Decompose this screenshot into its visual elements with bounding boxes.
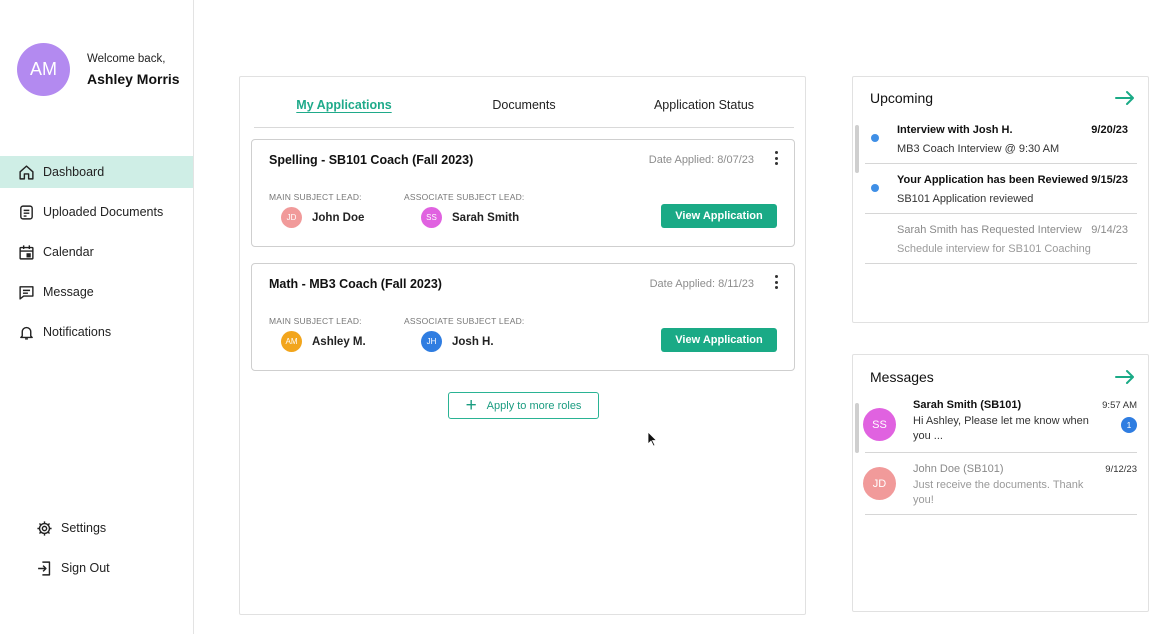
applications-panel: My Applications Documents Application St… — [239, 76, 806, 615]
sidebar-item-calendar[interactable]: Calendar — [0, 236, 193, 268]
sidebar-bottom: Settings Sign Out — [0, 512, 193, 592]
messages-title: Messages — [870, 369, 934, 385]
upcoming-item-subtitle: Schedule interview for SB101 Coaching — [897, 243, 1091, 255]
unread-dot-icon — [871, 134, 879, 142]
welcome-text: Welcome back, — [87, 52, 166, 65]
sidebar-item-label: Sign Out — [61, 561, 110, 575]
scrollbar[interactable] — [855, 125, 859, 173]
sidebar-item-notifications[interactable]: Notifications — [0, 316, 193, 348]
view-application-button[interactable]: View Application — [661, 328, 777, 352]
upcoming-item[interactable]: Your Application has been Reviewed 9/15/… — [865, 174, 1137, 214]
more-options-icon[interactable] — [772, 151, 780, 165]
upcoming-item-date: 9/14/23 — [1091, 224, 1128, 236]
application-card: Math - MB3 Coach (Fall 2023) Date Applie… — [251, 263, 795, 371]
message-sender: John Doe (SB101) — [913, 463, 1004, 475]
sidebar-item-label: Message — [43, 285, 94, 299]
more-options-icon[interactable] — [772, 275, 780, 289]
sidebar-item-label: Settings — [61, 521, 107, 535]
message-item[interactable]: SS Sarah Smith (SB101) 9:57 AM Hi Ashley… — [863, 399, 1137, 453]
sidebar-nav: Dashboard Uploaded Documents Calendar Me… — [0, 156, 193, 356]
upcoming-item-title: Your Application has been Reviewed — [897, 174, 1089, 186]
avatar: AM — [281, 331, 302, 352]
arrow-right-icon[interactable] — [1114, 90, 1136, 106]
main-lead-label: MAIN SUBJECT LEAD: — [269, 192, 362, 202]
mouse-cursor-icon — [647, 431, 658, 447]
message-sender: Sarah Smith (SB101) — [913, 399, 1022, 411]
sidebar-item-dashboard[interactable]: Dashboard — [0, 156, 193, 188]
associate-lead: SS Sarah Smith — [421, 207, 519, 228]
associate-lead-label: ASSOCIATE SUBJECT LEAD: — [404, 192, 525, 202]
associate-lead-name: Sarah Smith — [452, 211, 520, 224]
main-lead: JD John Doe — [281, 207, 364, 228]
tab-bar: My Applications Documents Application St… — [254, 77, 794, 128]
calendar-icon — [19, 244, 34, 260]
scrollbar[interactable] — [855, 403, 859, 453]
document-icon — [20, 204, 33, 220]
avatar: JD — [863, 467, 896, 500]
avatar: JH — [421, 331, 442, 352]
sidebar-item-sign-out[interactable]: Sign Out — [0, 552, 193, 584]
message-time: 9/12/23 — [1105, 464, 1137, 475]
apply-more-roles-button[interactable]: + Apply to more roles — [448, 392, 599, 419]
application-card: Spelling - SB101 Coach (Fall 2023) Date … — [251, 139, 795, 247]
user-profile: AM Welcome back, Ashley Morris — [17, 43, 180, 96]
upcoming-item[interactable]: Sarah Smith has Requested Interview 9/14… — [865, 224, 1137, 264]
upcoming-item[interactable]: Interview with Josh H. 9/20/23 MB3 Coach… — [865, 124, 1137, 164]
tab-my-applications[interactable]: My Applications — [254, 77, 434, 127]
upcoming-item-title: Interview with Josh H. — [897, 124, 1013, 136]
main-lead-name: John Doe — [312, 211, 365, 224]
sidebar: AM Welcome back, Ashley Morris Dashboard… — [0, 0, 194, 634]
application-title: Spelling - SB101 Coach (Fall 2023) — [269, 153, 474, 167]
sidebar-item-uploaded-documents[interactable]: Uploaded Documents — [0, 196, 193, 228]
tab-documents[interactable]: Documents — [434, 77, 614, 127]
main-lead-label: MAIN SUBJECT LEAD: — [269, 316, 362, 326]
apply-more-roles-label: Apply to more roles — [486, 399, 582, 412]
sign-out-icon — [38, 560, 51, 576]
avatar[interactable]: AM — [17, 43, 70, 96]
messages-panel: Messages SS Sarah Smith (SB101) 9:57 AM … — [852, 354, 1149, 612]
main-lead-name: Ashley M. — [312, 335, 366, 348]
upcoming-title: Upcoming — [870, 90, 934, 106]
date-applied: Date Applied: 8/07/23 — [648, 154, 754, 166]
upcoming-item-date: 9/20/23 — [1091, 124, 1128, 136]
application-title: Math - MB3 Coach (Fall 2023) — [269, 277, 442, 291]
message-item[interactable]: JD John Doe (SB101) 9/12/23 Just receive… — [863, 463, 1137, 515]
upcoming-item-subtitle: SB101 Application reviewed — [897, 193, 1034, 205]
user-name: Ashley Morris — [87, 70, 180, 87]
message-preview: Just receive the documents. Thank you! — [913, 479, 1084, 506]
main-lead: AM Ashley M. — [281, 331, 366, 352]
gear-icon — [37, 520, 52, 536]
arrow-right-icon[interactable] — [1114, 369, 1136, 385]
unread-dot-icon — [871, 184, 879, 192]
avatar: SS — [863, 408, 896, 441]
view-application-button[interactable]: View Application — [661, 204, 777, 228]
sidebar-item-label: Uploaded Documents — [43, 205, 164, 219]
upcoming-item-title: Sarah Smith has Requested Interview — [897, 224, 1082, 236]
avatar: SS — [421, 207, 442, 228]
home-icon — [19, 164, 34, 180]
upcoming-item-subtitle: MB3 Coach Interview @ 9:30 AM — [897, 143, 1060, 155]
associate-lead-label: ASSOCIATE SUBJECT LEAD: — [404, 316, 525, 326]
message-preview: Hi Ashley, Please let me know when you .… — [913, 415, 1089, 442]
associate-lead-name: Josh H. — [452, 335, 494, 348]
sidebar-item-label: Notifications — [43, 325, 112, 339]
tab-application-status[interactable]: Application Status — [614, 77, 794, 127]
associate-lead: JH Josh H. — [421, 331, 494, 352]
sidebar-item-message[interactable]: Message — [0, 276, 193, 308]
upcoming-panel: Upcoming Interview with Josh H. 9/20/23 … — [852, 76, 1149, 323]
sidebar-item-settings[interactable]: Settings — [0, 512, 193, 544]
message-time: 9:57 AM — [1102, 400, 1137, 411]
avatar: JD — [281, 207, 302, 228]
bell-icon — [20, 326, 33, 340]
unread-count-badge: 1 — [1121, 417, 1137, 433]
date-applied: Date Applied: 8/11/23 — [649, 278, 754, 290]
upcoming-item-date: 9/15/23 — [1091, 174, 1128, 186]
sidebar-item-label: Dashboard — [43, 165, 105, 179]
message-icon — [19, 285, 34, 300]
plus-icon: + — [465, 395, 477, 416]
sidebar-item-label: Calendar — [43, 245, 94, 259]
